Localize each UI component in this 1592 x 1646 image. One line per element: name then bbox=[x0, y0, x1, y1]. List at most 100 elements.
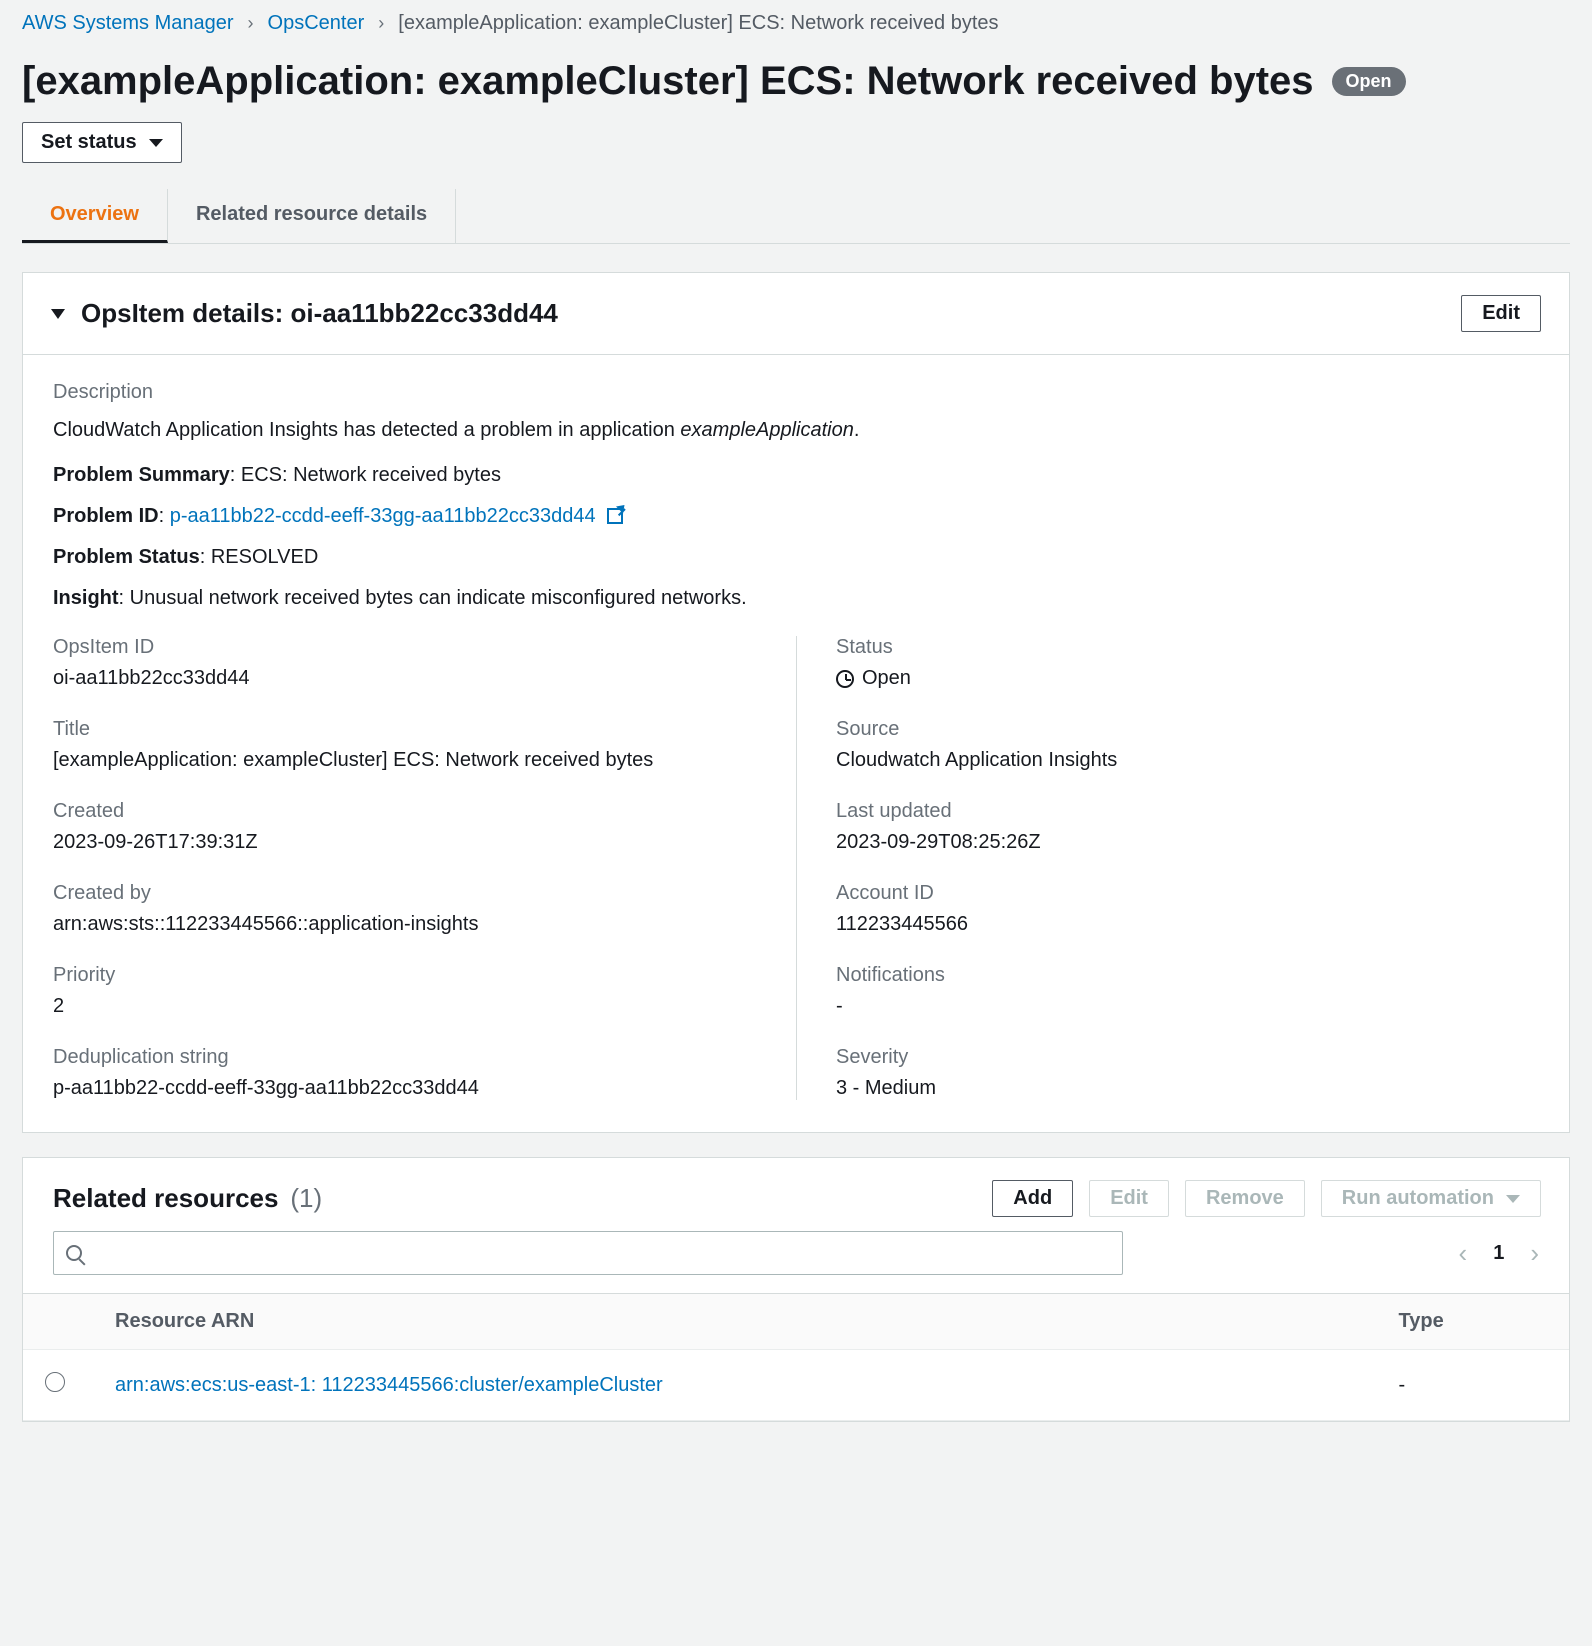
opsitem-panel-header: OpsItem details: oi-aa11bb22cc33dd44 Edi… bbox=[23, 273, 1569, 355]
resource-arn-link[interactable]: arn:aws:ecs:us-east-1: 112233445566:clus… bbox=[115, 1374, 663, 1396]
field-value: Cloudwatch Application Insights bbox=[836, 749, 1539, 772]
field-status: Status Open bbox=[836, 636, 1539, 690]
opsitem-fields-grid: OpsItem ID oi-aa11bb22cc33dd44 Title [ex… bbox=[53, 636, 1539, 1100]
insight-value: Unusual network received bytes can indic… bbox=[130, 587, 747, 609]
related-resources-count: (1) bbox=[290, 1183, 322, 1213]
field-created: Created 2023-09-26T17:39:31Z bbox=[53, 800, 756, 854]
col-type: Type bbox=[1377, 1294, 1569, 1350]
breadcrumb-root[interactable]: AWS Systems Manager bbox=[22, 12, 234, 35]
resource-type-value: - bbox=[1377, 1350, 1569, 1421]
search-input[interactable] bbox=[92, 1243, 1110, 1264]
field-value: 3 - Medium bbox=[836, 1077, 1539, 1100]
opsitem-details-panel: OpsItem details: oi-aa11bb22cc33dd44 Edi… bbox=[22, 272, 1570, 1133]
col-select bbox=[23, 1294, 87, 1350]
field-dedup: Deduplication string p-aa11bb22-ccdd-eef… bbox=[53, 1046, 756, 1100]
problem-summary-value: ECS: Network received bytes bbox=[241, 464, 501, 486]
field-label: Priority bbox=[53, 964, 756, 987]
description-text: CloudWatch Application Insights has dete… bbox=[53, 416, 1539, 444]
clock-icon bbox=[836, 670, 854, 688]
field-created-by: Created by arn:aws:sts::112233445566::ap… bbox=[53, 882, 756, 936]
problem-id-link[interactable]: p-aa11bb22-ccdd-eeff-33gg-aa11bb22cc33dd… bbox=[170, 505, 596, 527]
related-resources-title: Related resources bbox=[53, 1183, 278, 1213]
field-label: Source bbox=[836, 718, 1539, 741]
problem-status-label: Problem Status bbox=[53, 546, 200, 568]
table-row: arn:aws:ecs:us-east-1: 112233445566:clus… bbox=[23, 1350, 1569, 1421]
field-value: arn:aws:sts::112233445566::application-i… bbox=[53, 913, 756, 936]
field-value: oi-aa11bb22cc33dd44 bbox=[53, 667, 756, 690]
page-actions: Set status bbox=[22, 122, 1570, 163]
external-link-icon[interactable] bbox=[607, 508, 623, 524]
tab-overview[interactable]: Overview bbox=[22, 189, 168, 243]
problem-status-value: RESOLVED bbox=[211, 546, 318, 568]
field-priority: Priority 2 bbox=[53, 964, 756, 1018]
caret-down-icon bbox=[149, 139, 163, 147]
problem-status: Problem Status: RESOLVED bbox=[53, 546, 1539, 569]
add-resource-button[interactable]: Add bbox=[992, 1180, 1073, 1217]
field-label: Status bbox=[836, 636, 1539, 659]
field-label: Title bbox=[53, 718, 756, 741]
field-value: Open bbox=[862, 667, 911, 690]
field-value: p-aa11bb22-ccdd-eeff-33gg-aa11bb22cc33dd… bbox=[53, 1077, 756, 1100]
problem-id-label: Problem ID bbox=[53, 505, 159, 527]
field-opsitem-id: OpsItem ID oi-aa11bb22cc33dd44 bbox=[53, 636, 756, 690]
field-label: Created bbox=[53, 800, 756, 823]
field-value: 112233445566 bbox=[836, 913, 1539, 936]
page-title: [exampleApplication: exampleCluster] ECS… bbox=[22, 59, 1314, 104]
field-label: Deduplication string bbox=[53, 1046, 756, 1069]
description-prefix: CloudWatch Application Insights has dete… bbox=[53, 419, 680, 441]
edit-opsitem-button[interactable]: Edit bbox=[1461, 295, 1541, 332]
page-header: [exampleApplication: exampleCluster] ECS… bbox=[22, 59, 1570, 104]
prev-page-button[interactable]: ‹ bbox=[1459, 1238, 1468, 1269]
run-automation-button[interactable]: Run automation bbox=[1321, 1180, 1541, 1217]
chevron-right-icon: › bbox=[378, 13, 384, 34]
caret-down-icon bbox=[1506, 1195, 1520, 1203]
search-input-wrap[interactable] bbox=[53, 1231, 1123, 1275]
field-value: [exampleApplication: exampleCluster] ECS… bbox=[53, 749, 756, 772]
row-radio[interactable] bbox=[45, 1372, 65, 1392]
field-label: Severity bbox=[836, 1046, 1539, 1069]
insight: Insight: Unusual network received bytes … bbox=[53, 587, 1539, 610]
next-page-button[interactable]: › bbox=[1530, 1238, 1539, 1269]
insight-label: Insight bbox=[53, 587, 119, 609]
run-automation-label: Run automation bbox=[1342, 1187, 1494, 1210]
field-severity: Severity 3 - Medium bbox=[836, 1046, 1539, 1100]
tab-related-resource-details[interactable]: Related resource details bbox=[168, 189, 456, 243]
description-app: exampleApplication bbox=[680, 419, 853, 441]
page-number: 1 bbox=[1493, 1242, 1504, 1265]
field-notifications: Notifications - bbox=[836, 964, 1539, 1018]
field-value: 2023-09-26T17:39:31Z bbox=[53, 831, 756, 854]
opsitem-panel-title: OpsItem details: oi-aa11bb22cc33dd44 bbox=[81, 298, 558, 329]
pagination: ‹ 1 › bbox=[1459, 1238, 1539, 1269]
related-resources-panel: Related resources (1) Add Edit Remove Ru… bbox=[22, 1157, 1570, 1422]
field-label: Last updated bbox=[836, 800, 1539, 823]
collapse-caret-icon[interactable] bbox=[51, 309, 65, 319]
set-status-button[interactable]: Set status bbox=[22, 122, 182, 163]
description-label: Description bbox=[53, 381, 1539, 404]
field-source: Source Cloudwatch Application Insights bbox=[836, 718, 1539, 772]
field-label: Notifications bbox=[836, 964, 1539, 987]
remove-resource-button[interactable]: Remove bbox=[1185, 1180, 1305, 1217]
breadcrumb-current: [exampleApplication: exampleCluster] ECS… bbox=[398, 12, 998, 35]
field-account-id: Account ID 112233445566 bbox=[836, 882, 1539, 936]
field-value: 2 bbox=[53, 995, 756, 1018]
status-badge: Open bbox=[1332, 67, 1406, 96]
related-resources-header: Related resources (1) Add Edit Remove Ru… bbox=[23, 1158, 1569, 1231]
problem-summary: Problem Summary: ECS: Network received b… bbox=[53, 464, 1539, 487]
field-label: Created by bbox=[53, 882, 756, 905]
related-resources-tools: ‹ 1 › bbox=[23, 1231, 1569, 1293]
field-label: Account ID bbox=[836, 882, 1539, 905]
field-last-updated: Last updated 2023-09-29T08:25:26Z bbox=[836, 800, 1539, 854]
chevron-right-icon: › bbox=[248, 13, 254, 34]
problem-id: Problem ID: p-aa11bb22-ccdd-eeff-33gg-aa… bbox=[53, 505, 1539, 528]
field-value: 2023-09-29T08:25:26Z bbox=[836, 831, 1539, 854]
field-value: - bbox=[836, 995, 1539, 1018]
breadcrumb: AWS Systems Manager › OpsCenter › [examp… bbox=[22, 12, 1570, 35]
field-title: Title [exampleApplication: exampleCluste… bbox=[53, 718, 756, 772]
col-resource-arn: Resource ARN bbox=[87, 1294, 1377, 1350]
field-label: OpsItem ID bbox=[53, 636, 756, 659]
related-resources-table: Resource ARN Type arn:aws:ecs:us-east-1:… bbox=[23, 1293, 1569, 1421]
search-icon bbox=[66, 1245, 82, 1261]
breadcrumb-section[interactable]: OpsCenter bbox=[268, 12, 365, 35]
edit-resource-button[interactable]: Edit bbox=[1089, 1180, 1169, 1217]
problem-summary-label: Problem Summary bbox=[53, 464, 230, 486]
